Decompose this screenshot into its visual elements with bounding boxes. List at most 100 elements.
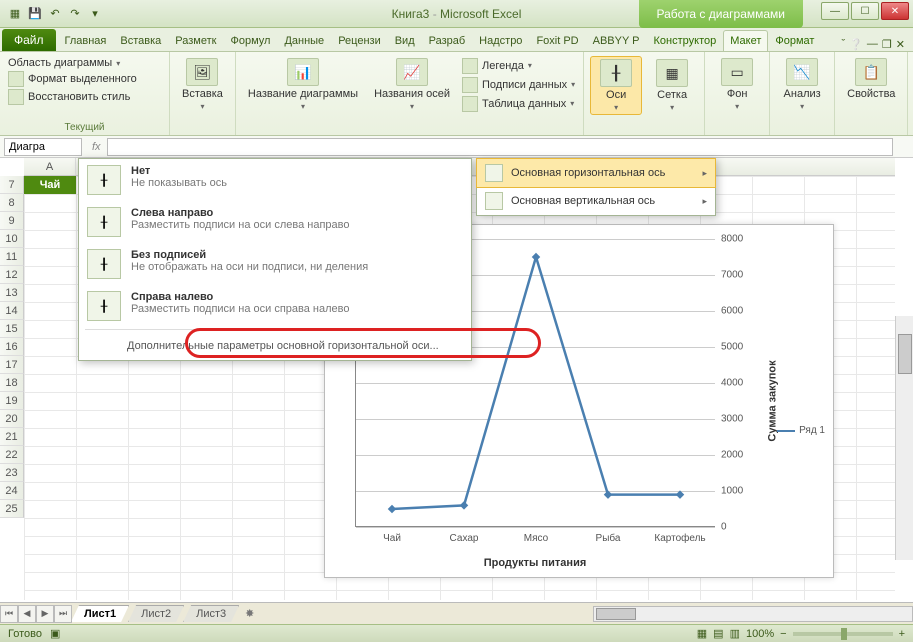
chart-legend[interactable]: Ряд 1 (777, 425, 825, 436)
tab-foxit[interactable]: Foxit PD (529, 30, 585, 51)
new-sheet-icon[interactable]: ✸ (239, 607, 260, 620)
row-header-9[interactable]: 9 (0, 212, 24, 230)
doc-restore-icon[interactable]: ❐ (882, 38, 892, 51)
row-header-22[interactable]: 22 (0, 446, 24, 464)
minimize-button[interactable]: — (821, 2, 849, 20)
tab-chart-design[interactable]: Конструктор (647, 30, 724, 51)
row-header-12[interactable]: 12 (0, 266, 24, 284)
row-header-11[interactable]: 11 (0, 248, 24, 266)
row-header-15[interactable]: 15 (0, 320, 24, 338)
fx-icon[interactable]: fx (86, 141, 107, 153)
row-header-18[interactable]: 18 (0, 374, 24, 392)
axes-submenu-horizontal[interactable]: Основная горизонтальная ось▸ (476, 158, 716, 188)
row-header-17[interactable]: 17 (0, 356, 24, 374)
axis-option-1[interactable]: ╂Слева направоРазместить подписи на оси … (79, 201, 471, 243)
x-axis-title[interactable]: Продукты питания (355, 557, 715, 569)
axes-submenu-vertical[interactable]: Основная вертикальная ось▸ (477, 187, 715, 215)
ribbon-minimize-icon[interactable]: ˇ (842, 38, 846, 51)
ribbon-tabs: Файл Главная Вставка Разметк Формул Данн… (0, 28, 913, 52)
row-header-25[interactable]: 25 (0, 500, 24, 518)
chart-title-button[interactable]: 📊Название диаграммы▾ (242, 56, 364, 113)
macro-record-icon[interactable]: ▣ (50, 627, 60, 640)
tab-data[interactable]: Данные (277, 30, 331, 51)
row-header-13[interactable]: 13 (0, 284, 24, 302)
row-header-20[interactable]: 20 (0, 410, 24, 428)
ribbon: Область диаграммы ▾ Формат выделенного В… (0, 52, 913, 136)
tab-abbyy[interactable]: ABBYY P (586, 30, 647, 51)
save-icon[interactable]: 💾 (26, 5, 44, 23)
tab-review[interactable]: Рецензи (331, 30, 388, 51)
analysis-button[interactable]: 📉Анализ▾ (776, 56, 828, 113)
ribbon-group-properties: 📋Свойства (835, 52, 908, 135)
zoom-level[interactable]: 100% (746, 628, 774, 640)
data-labels-button[interactable]: Подписи данных ▾ (460, 76, 577, 94)
zoom-slider[interactable] (793, 632, 893, 636)
view-break-icon[interactable]: ▥ (730, 627, 740, 640)
maximize-button[interactable]: ☐ (851, 2, 879, 20)
view-page-icon[interactable]: ▤ (713, 627, 723, 640)
help-icon[interactable]: ❔ (849, 38, 863, 51)
excel-icon[interactable]: ▦ (6, 5, 24, 23)
row-header-19[interactable]: 19 (0, 392, 24, 410)
tab-formulas[interactable]: Формул (223, 30, 277, 51)
redo-icon[interactable]: ↷ (66, 5, 84, 23)
sheet-nav-prev-icon[interactable]: ◀ (18, 605, 36, 623)
row-header-21[interactable]: 21 (0, 428, 24, 446)
name-box[interactable] (4, 138, 82, 156)
qat-more-icon[interactable]: ▾ (86, 5, 104, 23)
sheet-tab-1[interactable]: Лист1 (71, 605, 129, 622)
axis-titles-button[interactable]: 📈Названия осей▾ (368, 56, 456, 113)
worksheet-area: ABCDEFGHI 789101112131415161718192021222… (0, 158, 913, 600)
doc-minimize-icon[interactable]: — (867, 38, 878, 51)
row-header-23[interactable]: 23 (0, 464, 24, 482)
axis-option-0[interactable]: ╂НетНе показывать ось (79, 159, 471, 201)
doc-close-icon[interactable]: ✕ (896, 38, 905, 51)
tab-home[interactable]: Главная (58, 30, 114, 51)
background-button[interactable]: ▭Фон▾ (711, 56, 763, 113)
row-header-8[interactable]: 8 (0, 194, 24, 212)
gridlines-button[interactable]: ▦Сетка▾ (646, 57, 698, 114)
data-table-button[interactable]: Таблица данных ▾ (460, 95, 577, 113)
sheet-nav-first-icon[interactable]: ⏮ (0, 605, 18, 623)
close-button[interactable]: ✕ (881, 2, 909, 20)
tab-chart-layout[interactable]: Макет (723, 30, 768, 51)
col-header-A[interactable]: A (24, 158, 76, 175)
tab-chart-format[interactable]: Формат (768, 30, 821, 51)
vertical-scrollbar[interactable] (895, 316, 913, 560)
row-headers[interactable]: 78910111213141516171819202122232425 (0, 176, 24, 518)
axis-more-options[interactable]: Дополнительные параметры основной горизо… (79, 332, 471, 360)
row-header-24[interactable]: 24 (0, 482, 24, 500)
tab-insert[interactable]: Вставка (113, 30, 168, 51)
formula-input[interactable] (107, 138, 893, 156)
chart-element-selector[interactable]: Область диаграммы ▾ (6, 56, 163, 70)
file-tab[interactable]: Файл (2, 29, 56, 51)
horizontal-scrollbar[interactable] (593, 606, 913, 622)
tab-addins[interactable]: Надстро (472, 30, 529, 51)
sheet-nav-last-icon[interactable]: ⏭ (54, 605, 72, 623)
reset-style-button[interactable]: Восстановить стиль (6, 88, 163, 106)
row-header-14[interactable]: 14 (0, 302, 24, 320)
view-normal-icon[interactable]: ▦ (697, 627, 707, 640)
zoom-out-icon[interactable]: − (780, 628, 786, 640)
cell-a7[interactable]: Чай (24, 176, 76, 194)
insert-button[interactable]: 🖼Вставка▾ (176, 56, 229, 113)
tab-developer[interactable]: Разраб (422, 30, 473, 51)
sheet-nav-next-icon[interactable]: ▶ (36, 605, 54, 623)
axes-button[interactable]: ╂Оси▾ (590, 56, 642, 115)
tab-pagelayout[interactable]: Разметк (168, 30, 223, 51)
format-selection-button[interactable]: Формат выделенного (6, 70, 163, 88)
picture-icon: 🖼 (186, 58, 218, 86)
row-header-16[interactable]: 16 (0, 338, 24, 356)
sheet-nav[interactable]: ⏮ ◀ ▶ ⏭ (0, 605, 72, 623)
row-header-7[interactable]: 7 (0, 176, 24, 194)
axis-option-2[interactable]: ╂Без подписейНе отображать на оси ни под… (79, 243, 471, 285)
sheet-tab-3[interactable]: Лист3 (183, 605, 239, 622)
tab-view[interactable]: Вид (388, 30, 422, 51)
legend-button[interactable]: Легенда ▾ (460, 57, 577, 75)
undo-icon[interactable]: ↶ (46, 5, 64, 23)
zoom-in-icon[interactable]: + (899, 628, 905, 640)
axis-option-3[interactable]: ╂Справа налевоРазместить подписи на оси … (79, 285, 471, 327)
row-header-10[interactable]: 10 (0, 230, 24, 248)
properties-button[interactable]: 📋Свойства (841, 56, 901, 102)
sheet-tab-2[interactable]: Лист2 (128, 605, 184, 622)
